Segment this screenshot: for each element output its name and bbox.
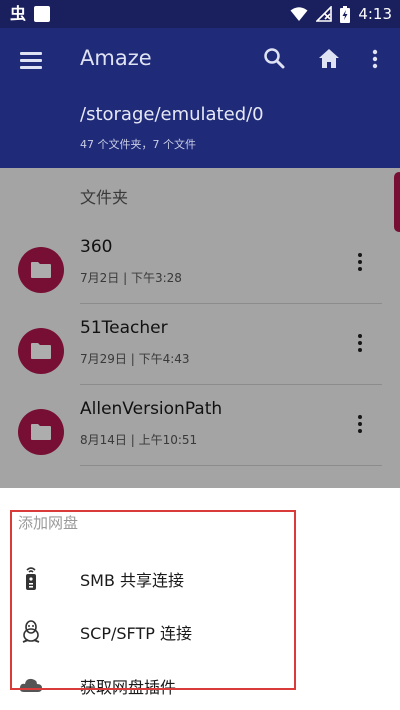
status-bar-right: 4:13 <box>290 4 392 24</box>
search-button[interactable] <box>262 46 288 72</box>
menu-bar-line <box>20 59 42 62</box>
home-icon <box>319 49 339 68</box>
bug-app-icon: 虫 <box>10 4 27 23</box>
item-count: 47 个文件夹，7 个文件 <box>80 138 196 151</box>
app-title: Amaze <box>80 46 152 70</box>
more-vertical-icon <box>372 49 378 69</box>
menu-bar-line <box>20 52 42 55</box>
dim-scrim[interactable] <box>0 168 400 488</box>
notification-square-icon <box>34 6 51 22</box>
menu-button[interactable] <box>20 48 44 72</box>
highlight-frame <box>10 510 296 690</box>
status-bar-left: 虫 <box>10 4 51 24</box>
wifi-icon <box>290 7 308 21</box>
overflow-menu-button[interactable] <box>368 46 382 72</box>
status-bar: 虫 4:13 <box>0 0 400 28</box>
menu-bar-line <box>20 66 42 69</box>
current-path[interactable]: /storage/emulated/0 <box>80 104 264 125</box>
home-button[interactable] <box>316 46 342 72</box>
no-signal-icon <box>316 6 333 22</box>
app-bar: Amaze /storage/emulated/0 47 个文件夹，7 个文件 <box>0 28 400 168</box>
search-icon <box>264 48 285 69</box>
battery-charging-icon <box>340 5 351 23</box>
status-time: 4:13 <box>358 5 392 23</box>
